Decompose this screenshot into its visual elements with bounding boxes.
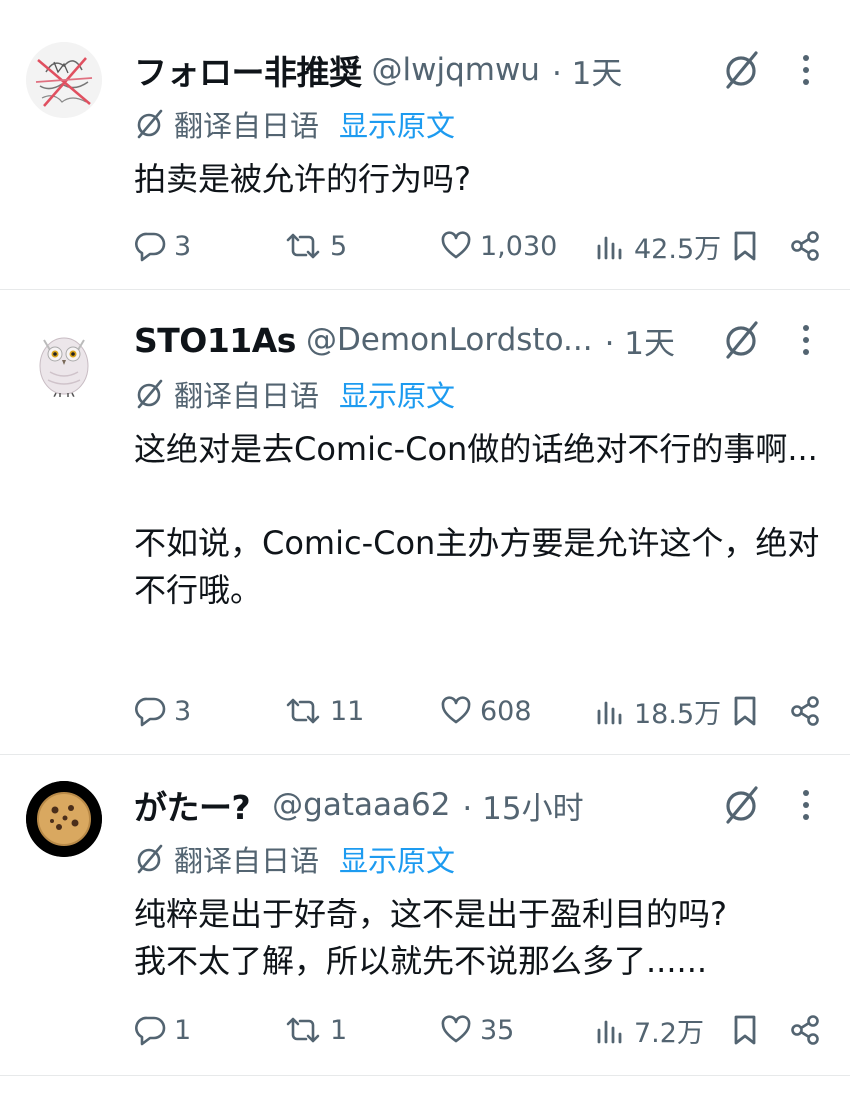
translated-label: 翻译自日语 bbox=[174, 109, 320, 143]
reply-count: 3 bbox=[174, 230, 192, 262]
show-original-link[interactable]: 显示原文 bbox=[339, 103, 455, 145]
more-options-icon[interactable] bbox=[796, 785, 816, 825]
reply-icon bbox=[135, 697, 166, 727]
grok-icon[interactable] bbox=[722, 50, 762, 90]
sketch-avatar-icon bbox=[26, 42, 102, 118]
translate-grok-icon bbox=[137, 844, 163, 874]
view-count: 42.5万 bbox=[634, 233, 722, 265]
display-name[interactable]: がたー? bbox=[134, 781, 251, 829]
heart-icon bbox=[441, 696, 471, 724]
timestamp[interactable]: · 1天 bbox=[605, 318, 675, 363]
like-button[interactable]: 608 bbox=[440, 691, 532, 731]
retweet-button[interactable]: 1 bbox=[284, 1010, 347, 1050]
translated-label: 翻译自日语 bbox=[174, 844, 320, 878]
avatar[interactable] bbox=[26, 781, 102, 857]
reply-count: 1 bbox=[174, 1014, 192, 1046]
translate-grok-icon bbox=[137, 379, 163, 409]
translated-label: 翻译自日语 bbox=[174, 379, 320, 413]
grok-icon[interactable] bbox=[722, 320, 762, 360]
retweet-button[interactable]: 5 bbox=[284, 226, 347, 266]
tweet-header: STO11As @DemonLordsto... · 1天 bbox=[134, 316, 675, 364]
owl-avatar-icon bbox=[39, 337, 89, 398]
retweet-icon bbox=[286, 1017, 320, 1043]
views-button[interactable]: 18.5万 bbox=[594, 691, 721, 731]
display-name[interactable]: フォロー非推奨 bbox=[134, 46, 362, 94]
tweet-header: フォロー非推奨 @lwjqmwu · 1天 bbox=[134, 46, 622, 94]
views-button[interactable]: 7.2万 bbox=[594, 1010, 704, 1050]
more-options-icon[interactable] bbox=[796, 50, 816, 90]
cookie-avatar-icon bbox=[26, 781, 102, 857]
retweet-icon bbox=[286, 698, 320, 724]
user-handle[interactable]: @lwjqmwu bbox=[372, 52, 540, 88]
bookmark-icon[interactable] bbox=[728, 694, 762, 728]
share-icon[interactable] bbox=[788, 1013, 822, 1047]
like-count: 35 bbox=[480, 1014, 515, 1046]
reply-button[interactable]: 3 bbox=[134, 691, 191, 731]
translation-notice: 翻译自日语 显示原文 bbox=[134, 839, 455, 879]
view-count: 18.5万 bbox=[634, 698, 722, 730]
share-icon[interactable] bbox=[788, 694, 822, 728]
views-icon bbox=[597, 1020, 622, 1044]
views-icon bbox=[597, 701, 622, 725]
like-count: 1,030 bbox=[480, 230, 558, 262]
divider bbox=[0, 1075, 850, 1076]
reply-count: 3 bbox=[174, 695, 192, 727]
timestamp[interactable]: · 15小时 bbox=[462, 783, 583, 828]
tweet-3[interactable]: がたー? @gataaa62 · 15小时 翻译自日语 显示原文 纯粹是出于好奇… bbox=[0, 755, 850, 1075]
reply-button[interactable]: 3 bbox=[134, 226, 191, 266]
like-button[interactable]: 35 bbox=[440, 1010, 514, 1050]
like-button[interactable]: 1,030 bbox=[440, 226, 557, 266]
more-options-icon[interactable] bbox=[796, 320, 816, 360]
retweet-count: 11 bbox=[330, 695, 365, 727]
avatar[interactable] bbox=[26, 42, 102, 118]
bookmark-icon[interactable] bbox=[728, 1013, 762, 1047]
user-handle[interactable]: @gataaa62 bbox=[272, 787, 450, 823]
tweet-text: 纯粹是出于好奇，这不是出于盈利目的吗? 我不太了解，所以就先不说那么多了....… bbox=[134, 895, 727, 980]
reply-icon bbox=[135, 1016, 166, 1046]
show-original-link[interactable]: 显示原文 bbox=[339, 373, 455, 415]
tweet-header: がたー? @gataaa62 · 15小时 bbox=[134, 781, 584, 829]
retweet-button[interactable]: 11 bbox=[284, 691, 364, 731]
tweet-1[interactable]: フォロー非推奨 @lwjqmwu · 1天 翻译自日语 显示原文 拍卖是被允许的… bbox=[0, 0, 850, 290]
reply-button[interactable]: 1 bbox=[134, 1010, 191, 1050]
avatar[interactable] bbox=[26, 322, 102, 398]
views-icon bbox=[597, 236, 622, 260]
display-name[interactable]: STO11As bbox=[134, 321, 296, 360]
tweet-text: 拍卖是被允许的行为吗? bbox=[134, 160, 471, 198]
tweet-text: 这绝对是去Comic-Con做的话绝对不行的事啊... 不如说，Comic-Co… bbox=[134, 430, 820, 609]
views-button[interactable]: 42.5万 bbox=[594, 226, 721, 266]
translate-grok-icon bbox=[137, 109, 163, 139]
retweet-count: 5 bbox=[330, 230, 348, 262]
translation-notice: 翻译自日语 显示原文 bbox=[134, 374, 455, 414]
translation-notice: 翻译自日语 显示原文 bbox=[134, 104, 455, 144]
retweet-icon bbox=[286, 233, 320, 259]
timestamp[interactable]: · 1天 bbox=[552, 48, 622, 93]
heart-icon bbox=[441, 1015, 471, 1043]
bookmark-icon[interactable] bbox=[728, 229, 762, 263]
retweet-count: 1 bbox=[330, 1014, 348, 1046]
show-original-link[interactable]: 显示原文 bbox=[339, 838, 455, 880]
heart-icon bbox=[441, 231, 471, 259]
tweet-2[interactable]: STO11As @DemonLordsto... · 1天 翻译自日语 显示原文… bbox=[0, 290, 850, 754]
share-icon[interactable] bbox=[788, 229, 822, 263]
user-handle[interactable]: @DemonLordsto... bbox=[306, 322, 593, 358]
view-count: 7.2万 bbox=[634, 1017, 704, 1049]
grok-icon[interactable] bbox=[722, 785, 762, 825]
like-count: 608 bbox=[480, 695, 532, 727]
reply-icon bbox=[135, 232, 166, 262]
